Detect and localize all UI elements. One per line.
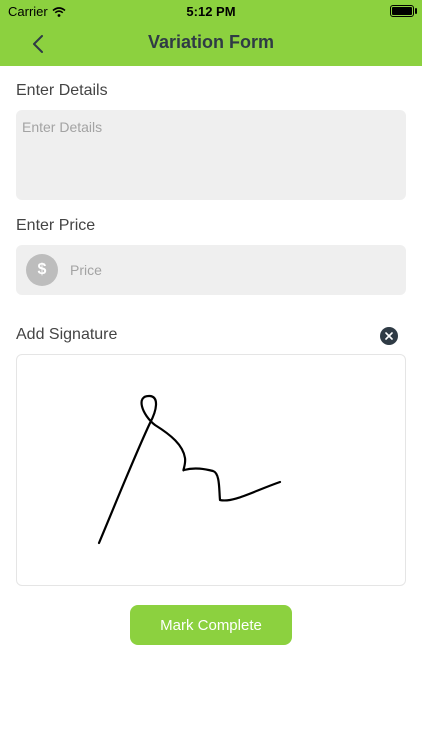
close-icon [385,332,393,340]
mark-complete-button[interactable]: Mark Complete [130,605,292,645]
signature-label: Add Signature [16,326,118,343]
dollar-icon: $ [26,254,58,286]
nav-bar: Variation Form [0,22,422,66]
status-bar: Carrier 5:12 PM [0,0,422,22]
clear-signature-button[interactable] [380,327,398,345]
details-textarea[interactable]: Enter Details [16,110,406,200]
details-placeholder: Enter Details [22,119,103,135]
price-placeholder: Price [70,262,102,278]
battery-icon [390,5,417,17]
price-input[interactable]: $ Price [16,245,406,295]
signature-pad[interactable] [16,354,406,586]
page-title: Variation Form [147,32,275,52]
status-time: 5:12 PM [186,4,236,19]
details-label: Enter Details [16,82,108,99]
price-label: Enter Price [16,217,96,234]
signature-drawing [97,394,282,545]
